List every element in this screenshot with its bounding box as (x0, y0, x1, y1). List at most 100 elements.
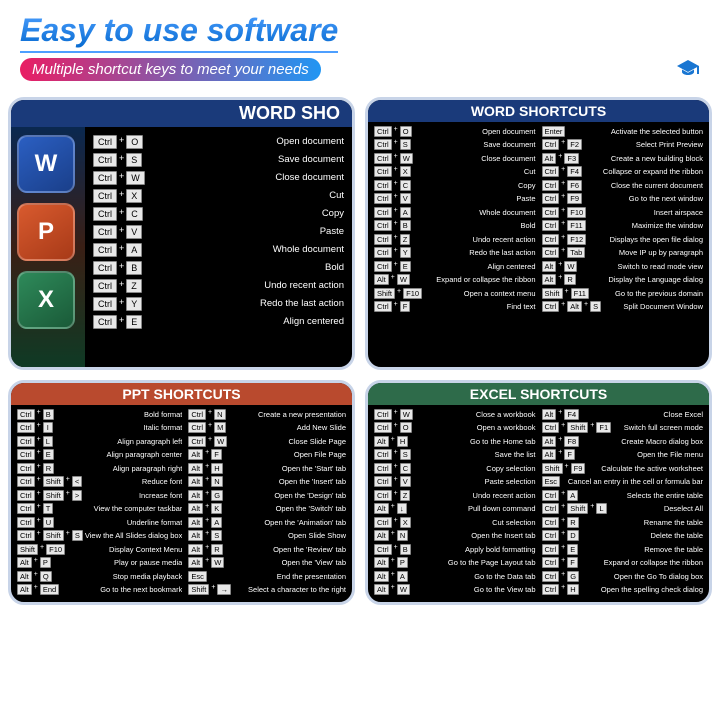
shortcut-row: Ctrl+WClose a workbook (374, 408, 536, 420)
key: Shift (374, 288, 395, 299)
key-combo: Esc (188, 571, 207, 582)
shortcut-desc: Selects the entire table (580, 491, 703, 500)
shortcut-row: Ctrl+Shift+SView the All Slides dialog b… (17, 530, 182, 542)
shortcut-desc: Close document (415, 154, 536, 163)
key-combo: Shift+F11 (542, 288, 589, 299)
key: Alt (542, 153, 557, 164)
key: R (43, 463, 54, 474)
key-combo: Alt+G (188, 490, 223, 501)
shortcut-desc: Go to the previous domain (591, 289, 703, 298)
shortcut-row: Ctrl+MAdd New Slide (188, 422, 346, 434)
app-icons-sidebar: W P X (11, 127, 85, 367)
shortcut-desc: Deselect All (609, 504, 703, 513)
key: F11 (567, 220, 585, 231)
key-combo: Ctrl+F12 (542, 234, 587, 245)
key-combo: Ctrl+B (93, 261, 142, 276)
key-combo: Ctrl+Shift+F1 (542, 422, 612, 433)
key: Shift (567, 422, 588, 433)
key-combo: Ctrl+M (188, 422, 226, 433)
key-combo: Alt+W (374, 274, 410, 285)
shortcut-desc: Play or pause media (53, 558, 182, 567)
shortcut-desc: Close the current document (584, 181, 703, 190)
shortcut-row: Ctrl+F11Maximize the window (542, 220, 704, 232)
shortcut-row: Alt+GOpen the 'Design' tab (188, 489, 346, 501)
shortcut-row: Alt+WGo to the View tab (374, 584, 536, 596)
key: Alt (188, 517, 203, 528)
key: C (126, 207, 143, 222)
key: S (400, 449, 411, 460)
shortcut-row: Ctrl+CCopy (93, 205, 344, 223)
key: Ctrl (188, 436, 206, 447)
shortcut-row: Alt+FOpen File Page (188, 449, 346, 461)
shortcut-desc: Open the 'Review' tab (225, 545, 346, 554)
key: Alt (374, 571, 389, 582)
shortcut-row: Ctrl+SSave document (93, 151, 344, 169)
graduation-cap-icon (676, 57, 700, 81)
key: B (400, 544, 411, 555)
key: Ctrl (93, 207, 117, 222)
shortcut-desc: Increase font (84, 491, 182, 500)
shortcut-row: Alt+HOpen the 'Start' tab (188, 462, 346, 474)
key: Alt (374, 530, 389, 541)
key: F (211, 449, 222, 460)
key-combo: Ctrl+G (542, 571, 580, 582)
key: Esc (542, 476, 561, 487)
key: Ctrl (374, 409, 392, 420)
shortcut-desc: Delete the table (581, 531, 703, 540)
page-subtitle: Multiple shortcut keys to meet your need… (20, 58, 321, 81)
key: C (400, 180, 411, 191)
powerpoint-app-icon: P (17, 203, 75, 261)
shortcut-col-right: Ctrl+NCreate a new presentation Ctrl+MAdd… (188, 408, 346, 596)
panel-ppt: PPT SHORTCUTS Ctrl+BBold formatCtrl+IIta… (8, 380, 355, 605)
shortcut-row: Shift+F9Calculate the active worksheet (542, 462, 704, 474)
key-combo: Ctrl+A (542, 490, 579, 501)
shortcut-col-left: Ctrl+BBold formatCtrl+IItalic formatCtrl… (17, 408, 182, 596)
shortcut-desc: Open document (414, 127, 536, 136)
shortcut-row: Alt+F3Create a new building block (542, 152, 704, 164)
shortcut-desc: Paste (146, 226, 344, 237)
shortcut-desc: Underline format (56, 518, 182, 527)
key: W (400, 153, 413, 164)
key: → (217, 584, 231, 595)
key: A (126, 243, 142, 258)
key-combo: Ctrl+Shift+< (17, 476, 82, 487)
shortcut-row: Ctrl+EAlign paragraph center (17, 449, 182, 461)
key-combo: Shift+F10 (374, 288, 422, 299)
key-combo: Ctrl+W (93, 171, 145, 186)
key-combo: Shift+→ (188, 584, 231, 595)
key: Alt (188, 449, 203, 460)
key-combo: Ctrl+Z (93, 279, 142, 294)
key: G (567, 571, 579, 582)
key: Alt (542, 261, 557, 272)
shortcut-desc: Create a new presentation (228, 410, 346, 419)
shortcut-row: Ctrl+EAlign centered (374, 260, 536, 272)
shortcut-row: Ctrl+XCut selection (374, 516, 536, 528)
shortcut-desc: Open document (147, 136, 344, 147)
shortcut-row: Ctrl+BBold (374, 220, 536, 232)
key-combo: Ctrl+F10 (542, 207, 587, 218)
key: Ctrl (374, 463, 392, 474)
key: S (72, 530, 83, 541)
shortcut-row: Ctrl+Shift+>Increase font (17, 489, 182, 501)
key: M (214, 422, 226, 433)
key-combo: Alt+F (542, 449, 575, 460)
shortcut-row: EscCancel an entry in the cell or formul… (542, 476, 704, 488)
excel-app-icon: X (17, 271, 75, 329)
shortcut-desc: Open File Page (224, 450, 346, 459)
key-combo: Ctrl+F9 (542, 193, 583, 204)
shortcut-desc: Switch full screen mode (613, 423, 703, 432)
key: S (400, 139, 411, 150)
key-combo: Alt+H (188, 463, 222, 474)
shortcut-row: Ctrl+ERemove the table (542, 543, 704, 555)
key: Alt (188, 557, 203, 568)
key-combo: Alt+W (188, 557, 224, 568)
key-combo: Shift+F10 (17, 544, 65, 555)
key: Alt (374, 557, 389, 568)
shortcut-desc: Cut (413, 167, 536, 176)
key-combo: Ctrl+N (188, 409, 225, 420)
shortcut-row: Shift+→Select a character to the right (188, 584, 346, 596)
key-combo: Esc (542, 476, 561, 487)
key: Alt (374, 584, 389, 595)
key: A (400, 207, 411, 218)
shortcut-desc: Go to the Data tab (410, 572, 536, 581)
